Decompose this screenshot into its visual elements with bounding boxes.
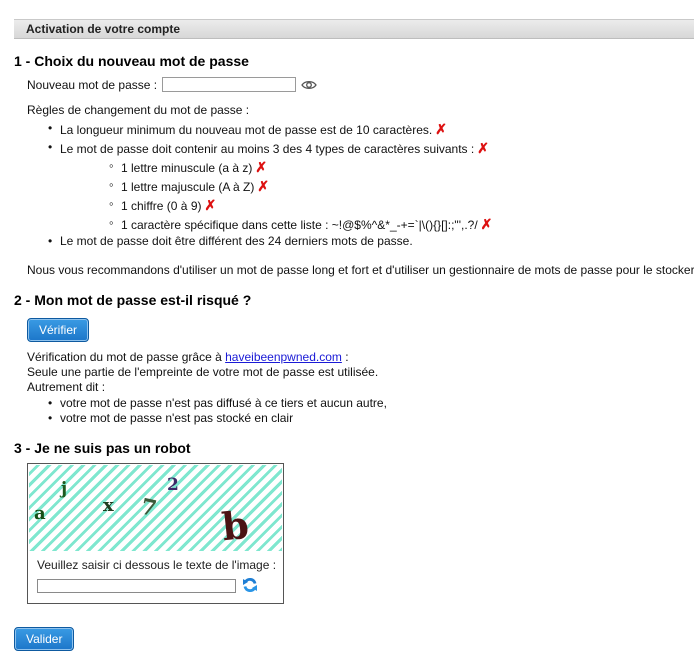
submit-button[interactable]: Valider	[14, 627, 75, 651]
fail-cross-icon: ✗	[477, 140, 489, 156]
recommendation-text: Nous vous recommandons d'utiliser un mot…	[27, 263, 694, 277]
char-type-item: 1 chiffre (0 à 9)✗	[109, 196, 217, 214]
rule-text: Le mot de passe doit contenir au moins 3…	[60, 142, 475, 156]
rule-text: Le mot de passe doit être différent des …	[60, 234, 413, 248]
captcha-char: 2	[167, 475, 179, 495]
section3-heading: 3 - Je ne suis pas un robot	[14, 440, 191, 456]
rules-title: Règles de changement du mot de passe :	[27, 103, 250, 117]
char-type-text: 1 chiffre (0 à 9)	[121, 199, 202, 213]
verify-line: Vérification du mot de passe grâce à hav…	[27, 350, 349, 364]
section2-heading: 2 - Mon mot de passe est-il risqué ?	[14, 292, 252, 308]
in-other-words-text: Autrement dit :	[27, 380, 106, 394]
fail-cross-icon: ✗	[257, 178, 270, 194]
fail-cross-icon: ✗	[435, 121, 447, 137]
rule-item: Le mot de passe doit être différent des …	[48, 234, 413, 248]
panel-header: Activation de votre compte	[14, 19, 694, 39]
verify-suffix: :	[345, 350, 349, 364]
panel-title: Activation de votre compte	[26, 22, 181, 36]
char-type-item: 1 lettre minuscule (a à z)✗	[109, 158, 268, 176]
captcha-char: 7	[138, 493, 159, 523]
captcha-char: a	[34, 503, 46, 524]
captcha-char: x	[103, 495, 114, 516]
verify-button[interactable]: Vérifier	[27, 318, 90, 342]
fail-cross-icon: ✗	[204, 197, 217, 213]
privacy-bullet: votre mot de passe n'est pas diffusé à c…	[48, 396, 387, 410]
char-type-item: 1 lettre majuscule (A à Z)✗	[109, 177, 270, 195]
captcha-box: a j x 7 2 b Veuillez saisir ci dessous l…	[27, 463, 284, 604]
char-type-text: 1 lettre minuscule (a à z)	[121, 161, 253, 175]
fail-cross-icon: ✗	[255, 159, 268, 175]
new-password-input[interactable]	[162, 77, 296, 92]
captcha-image: a j x 7 2 b	[29, 465, 282, 551]
rule-text: La longueur minimum du nouveau mot de pa…	[60, 123, 433, 137]
char-type-text: 1 caractère spécifique dans cette liste …	[121, 218, 478, 232]
refresh-captcha-icon[interactable]	[242, 577, 258, 593]
verify-prefix: Vérification du mot de passe grâce à	[27, 350, 222, 364]
show-password-eye-icon[interactable]	[301, 79, 317, 91]
fail-cross-icon: ✗	[480, 216, 493, 232]
password-label: Nouveau mot de passe :	[27, 78, 158, 92]
char-type-item: 1 caractère spécifique dans cette liste …	[109, 215, 493, 233]
section1-heading: 1 - Choix du nouveau mot de passe	[14, 53, 249, 69]
captcha-input[interactable]	[37, 579, 236, 593]
rule-item: Le mot de passe doit contenir au moins 3…	[48, 140, 489, 157]
hash-info-text: Seule une partie de l'empreinte de votre…	[27, 365, 379, 379]
char-type-text: 1 lettre majuscule (A à Z)	[121, 180, 255, 194]
haveibeenpwned-link[interactable]: haveibeenpwned.com	[225, 350, 342, 364]
captcha-char: b	[219, 501, 251, 550]
rule-item: La longueur minimum du nouveau mot de pa…	[48, 121, 447, 138]
privacy-bullet: votre mot de passe n'est pas stocké en c…	[48, 411, 293, 425]
captcha-prompt: Veuillez saisir ci dessous le texte de l…	[37, 558, 277, 572]
captcha-char: j	[61, 479, 68, 499]
